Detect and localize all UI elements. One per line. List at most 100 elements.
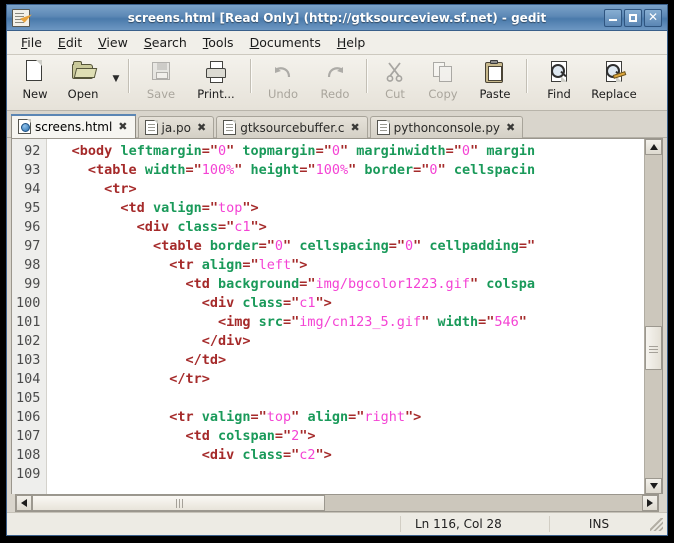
menu-documents[interactable]: Documents: [242, 33, 329, 52]
menu-help[interactable]: Help: [329, 33, 374, 52]
toolbar-label: New: [22, 87, 48, 101]
toolbar-label: Cut: [385, 87, 405, 101]
horizontal-scroll-thumb[interactable]: [32, 495, 325, 511]
find-button[interactable]: Find: [533, 57, 585, 105]
new-button[interactable]: New: [13, 57, 57, 105]
code-line: <div class="c2">: [201, 447, 332, 463]
replace-page-icon: [601, 59, 627, 85]
undo-button: Undo: [257, 57, 309, 105]
code-line: <td valign="top">: [120, 200, 259, 216]
caret-right-icon: [647, 499, 653, 507]
code-line: <div class="c1">: [201, 295, 332, 311]
floppy-disk-icon: [148, 59, 174, 85]
line-number: 98: [24, 257, 41, 273]
line-number: 92: [24, 143, 41, 159]
caret-down-icon: [649, 483, 658, 489]
toolbar-label: Find: [547, 87, 571, 101]
code-line: <table width="100%" height="100%" border…: [87, 162, 536, 178]
line-number: 105: [16, 390, 41, 406]
resize-grip[interactable]: [648, 516, 664, 532]
print-button[interactable]: Print...: [187, 57, 245, 105]
tab-close-icon[interactable]: ✖: [118, 121, 127, 132]
tab-label: ja.po: [161, 120, 191, 135]
toolbar-separator: [526, 59, 528, 93]
line-number-gutter: 92 93 94 95 96 97 98 99 100 101 102 103 104 105 106 107…: [12, 139, 48, 494]
code-text[interactable]: <body leftmargin="0" topmargin="0" margi…: [47, 139, 644, 494]
vertical-scrollbar[interactable]: [644, 139, 662, 494]
window-title: screens.html [Read Only] (http://gtksour…: [127, 10, 547, 25]
maximize-icon: [629, 13, 637, 22]
toolbar-label: Open: [67, 87, 99, 101]
line-number: 95: [24, 200, 41, 216]
clipboard-icon: [482, 59, 508, 85]
source-view[interactable]: 92 93 94 95 96 97 98 99 100 101 102 103 104 105 106 107…: [12, 139, 644, 494]
tab-close-icon[interactable]: ✖: [506, 122, 515, 133]
toolbar-separator: [128, 59, 130, 93]
line-number: 97: [24, 238, 41, 254]
editor-container: 92 93 94 95 96 97 98 99 100 101 102 103 104 105 106 107…: [7, 138, 667, 512]
line-number: 94: [24, 181, 41, 197]
menu-tools[interactable]: Tools: [195, 33, 242, 52]
tab-pythonconsole-py[interactable]: pythonconsole.py ✖: [369, 116, 524, 138]
menu-view[interactable]: View: [90, 33, 136, 52]
line-number: 104: [16, 371, 41, 387]
code-line: </tr>: [169, 371, 210, 387]
grip-icon: [176, 498, 178, 508]
line-number: 101: [16, 314, 41, 330]
menu-edit[interactable]: Edit: [50, 33, 90, 52]
copy-button: Copy: [417, 57, 469, 105]
title-bar: screens.html [Read Only] (http://gtksour…: [7, 5, 667, 31]
scroll-up-button[interactable]: [645, 139, 662, 155]
code-line: <body leftmargin="0" topmargin="0" margi…: [71, 143, 536, 159]
code-line: <table border="0" cellspacing="0" cellpa…: [152, 238, 536, 254]
toolbar-label: Save: [146, 87, 176, 101]
horizontal-scrollbar[interactable]: [15, 494, 659, 512]
scroll-down-button[interactable]: [645, 478, 662, 494]
toolbar-label: Copy: [428, 87, 458, 101]
menu-file[interactable]: File: [13, 33, 50, 52]
status-bar: Ln 116, Col 28 INS: [7, 512, 667, 535]
code-line: <td background="img/bgcolor1223.gif" col…: [185, 276, 536, 292]
vertical-scroll-thumb[interactable]: [645, 326, 662, 371]
tab-label: pythonconsole.py: [393, 120, 501, 135]
line-number: 102: [16, 333, 41, 349]
close-icon: ✕: [647, 10, 659, 24]
toolbar: New Open ▼ Save Print... Undo Redo Cut Copy Paste…: [7, 55, 667, 111]
line-number: 107: [16, 428, 41, 444]
paste-button[interactable]: Paste: [469, 57, 521, 105]
code-line: <td colspan="2">: [185, 428, 316, 444]
code-line: <div class="c1">: [136, 219, 267, 235]
tab-close-icon[interactable]: ✖: [197, 122, 206, 133]
line-number: 100: [16, 295, 41, 311]
tab-gtksourcebuffer-c[interactable]: gtksourcebuffer.c ✖: [216, 116, 368, 138]
line-number: 96: [24, 219, 41, 235]
maximize-button[interactable]: [624, 8, 642, 27]
horizontal-scroll-track[interactable]: [32, 495, 642, 511]
open-button[interactable]: Open: [57, 57, 109, 105]
scroll-left-button[interactable]: [16, 495, 32, 511]
gedit-app-icon: [12, 8, 30, 27]
tab-screens-html[interactable]: screens.html ✖: [11, 114, 136, 138]
code-line: <img src="img/cn123_5.gif" width="546": [217, 314, 527, 330]
text-file-icon: [223, 120, 237, 135]
tab-ja-po[interactable]: ja.po ✖: [137, 116, 215, 138]
close-button[interactable]: ✕: [644, 8, 662, 27]
vertical-scroll-track[interactable]: [645, 155, 662, 478]
minimize-icon: [609, 19, 617, 21]
toolbar-label: Print...: [197, 87, 235, 101]
copy-pages-icon: [430, 59, 456, 85]
window-controls: ✕: [604, 8, 664, 27]
menu-search[interactable]: Search: [136, 33, 195, 52]
code-line: </div>: [201, 333, 251, 349]
minimize-button[interactable]: [604, 8, 622, 27]
text-file-icon: [376, 120, 390, 135]
redo-button: Redo: [309, 57, 361, 105]
tab-close-icon[interactable]: ✖: [350, 122, 359, 133]
scroll-right-button[interactable]: [642, 495, 658, 511]
text-file-icon: [144, 120, 158, 135]
replace-button[interactable]: Replace: [585, 57, 643, 105]
chevron-down-icon[interactable]: ▼: [109, 74, 123, 84]
toolbar-label: Paste: [479, 87, 511, 101]
cursor-position: Ln 116, Col 28: [400, 516, 549, 532]
